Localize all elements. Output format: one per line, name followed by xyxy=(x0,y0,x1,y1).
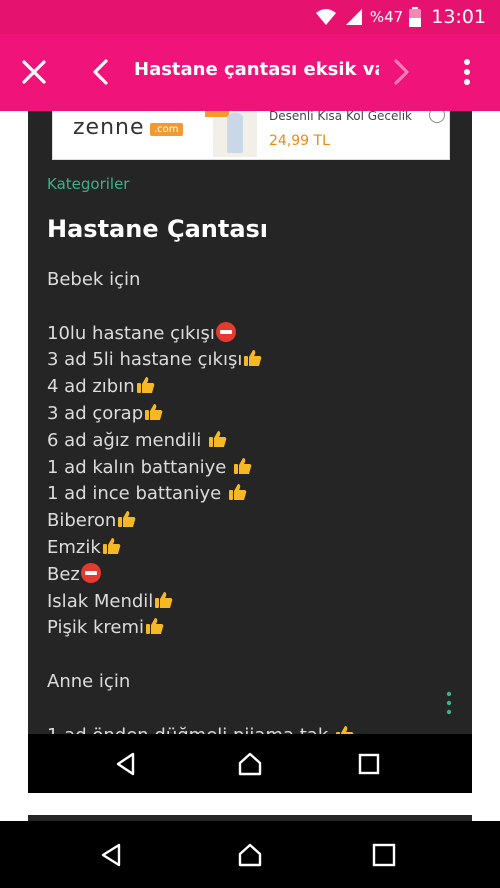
item-text: Emzik xyxy=(47,536,101,558)
sale-tag xyxy=(205,111,229,117)
page-title[interactable]: Hastane çantası eksik va... xyxy=(134,59,379,80)
section-title-mother: Anne için xyxy=(47,670,131,692)
checklist-item: 1 ad kalın battaniye xyxy=(47,455,447,482)
article-body: Bebek için 10lu hastane çıkışı 3 ad 5li h… xyxy=(47,267,447,749)
battery-icon xyxy=(409,7,422,27)
system-nav-bar xyxy=(0,821,500,888)
ad-product-name[interactable]: Desenli Kısa Kol Gecelik xyxy=(269,111,412,123)
item-text: 3 ad 5li hastane çıkışı xyxy=(47,349,243,371)
item-text: 10lu hastane çıkışı xyxy=(47,322,215,344)
thumbs-up-icon xyxy=(146,618,164,635)
checklist-item: 4 ad zıbın xyxy=(47,374,447,401)
app-bar: Hastane çantası eksik va... xyxy=(0,34,500,111)
thumbs-up-icon xyxy=(244,350,262,367)
item-text: 1 ad kalın battaniye xyxy=(47,456,233,478)
item-text: 1 ad ince battaniye xyxy=(47,483,227,505)
item-text: 6 ad ağız mendili xyxy=(47,429,208,451)
back-icon[interactable] xyxy=(98,842,124,868)
back-arrow-icon[interactable] xyxy=(88,58,114,86)
overflow-menu-icon[interactable] xyxy=(455,56,479,88)
content-card: zenne .com Desenli Kısa Kol Gecelik 24,9… xyxy=(28,111,472,793)
embedded-nav-bar xyxy=(28,734,472,793)
card-gap xyxy=(0,793,500,807)
status-bar: %47 13:01 xyxy=(0,0,500,34)
clock: 13:01 xyxy=(431,6,486,28)
no-entry-icon xyxy=(215,321,236,342)
article-heading: Hastane Çantası xyxy=(47,215,269,243)
checklist-item: Pişik kremi xyxy=(47,615,447,642)
thumbs-up-icon xyxy=(228,484,247,501)
thumbs-up-icon xyxy=(234,457,252,474)
section-title-baby: Bebek için xyxy=(47,269,141,290)
checklist-item: 3 ad çorap xyxy=(47,401,447,428)
checklist-item: Bez xyxy=(47,562,447,589)
checklist-item: 3 ad 5li hastane çıkışı xyxy=(47,347,447,374)
item-text: Bez xyxy=(47,563,80,585)
close-icon[interactable] xyxy=(20,58,48,86)
ad-logo: zenne xyxy=(73,115,145,140)
ad-product-price: 24,99 TL xyxy=(269,133,330,149)
checklist-item: Biberon xyxy=(47,508,447,535)
checklist-item: 10lu hastane çıkışı xyxy=(47,321,447,348)
web-page[interactable]: zenne .com Desenli Kısa Kol Gecelik 24,9… xyxy=(0,111,500,821)
battery-percentage: %47 xyxy=(369,8,404,26)
checklist-item: Emzik xyxy=(47,535,447,562)
checklist: 10lu hastane çıkışı 3 ad 5li hastane çıkı… xyxy=(47,321,447,643)
ad-product-image[interactable] xyxy=(205,111,257,157)
recents-icon[interactable] xyxy=(371,842,397,868)
thumbs-up-icon xyxy=(155,591,173,608)
no-entry-icon xyxy=(80,562,101,583)
checklist-item: 1 ad ince battaniye xyxy=(47,481,447,508)
home-icon[interactable] xyxy=(237,842,263,868)
product-figure xyxy=(227,113,243,153)
thumbs-up-icon xyxy=(102,537,121,554)
forward-arrow-icon[interactable] xyxy=(388,58,414,86)
signal-icon xyxy=(345,9,362,25)
item-text: Pişik kremi xyxy=(47,617,145,639)
thumbs-up-icon xyxy=(136,377,154,394)
thumbs-up-icon xyxy=(145,403,163,420)
ad-logo-tag: .com xyxy=(150,123,183,136)
item-text: 3 ad çorap xyxy=(47,402,144,424)
more-options-icon[interactable] xyxy=(444,691,454,715)
checklist-item: 6 ad ağız mendili xyxy=(47,428,447,455)
category-link[interactable]: Kategoriler xyxy=(47,175,129,193)
embedded-back-icon xyxy=(116,752,135,776)
thumbs-up-icon xyxy=(118,511,136,528)
status-icons: %47 13:01 xyxy=(314,6,486,28)
ad-close-icon[interactable] xyxy=(429,111,445,123)
checklist-item: Islak Mendil xyxy=(47,589,447,616)
ad-banner[interactable]: zenne .com Desenli Kısa Kol Gecelik 24,9… xyxy=(52,111,450,160)
item-text: Islak Mendil xyxy=(47,590,154,612)
thumbs-up-icon xyxy=(209,430,227,447)
wifi-icon xyxy=(315,9,336,25)
item-text: Biberon xyxy=(47,510,117,532)
embedded-home-icon xyxy=(238,752,262,776)
embedded-recents-icon xyxy=(358,753,380,775)
item-text: 4 ad zıbın xyxy=(47,376,135,398)
